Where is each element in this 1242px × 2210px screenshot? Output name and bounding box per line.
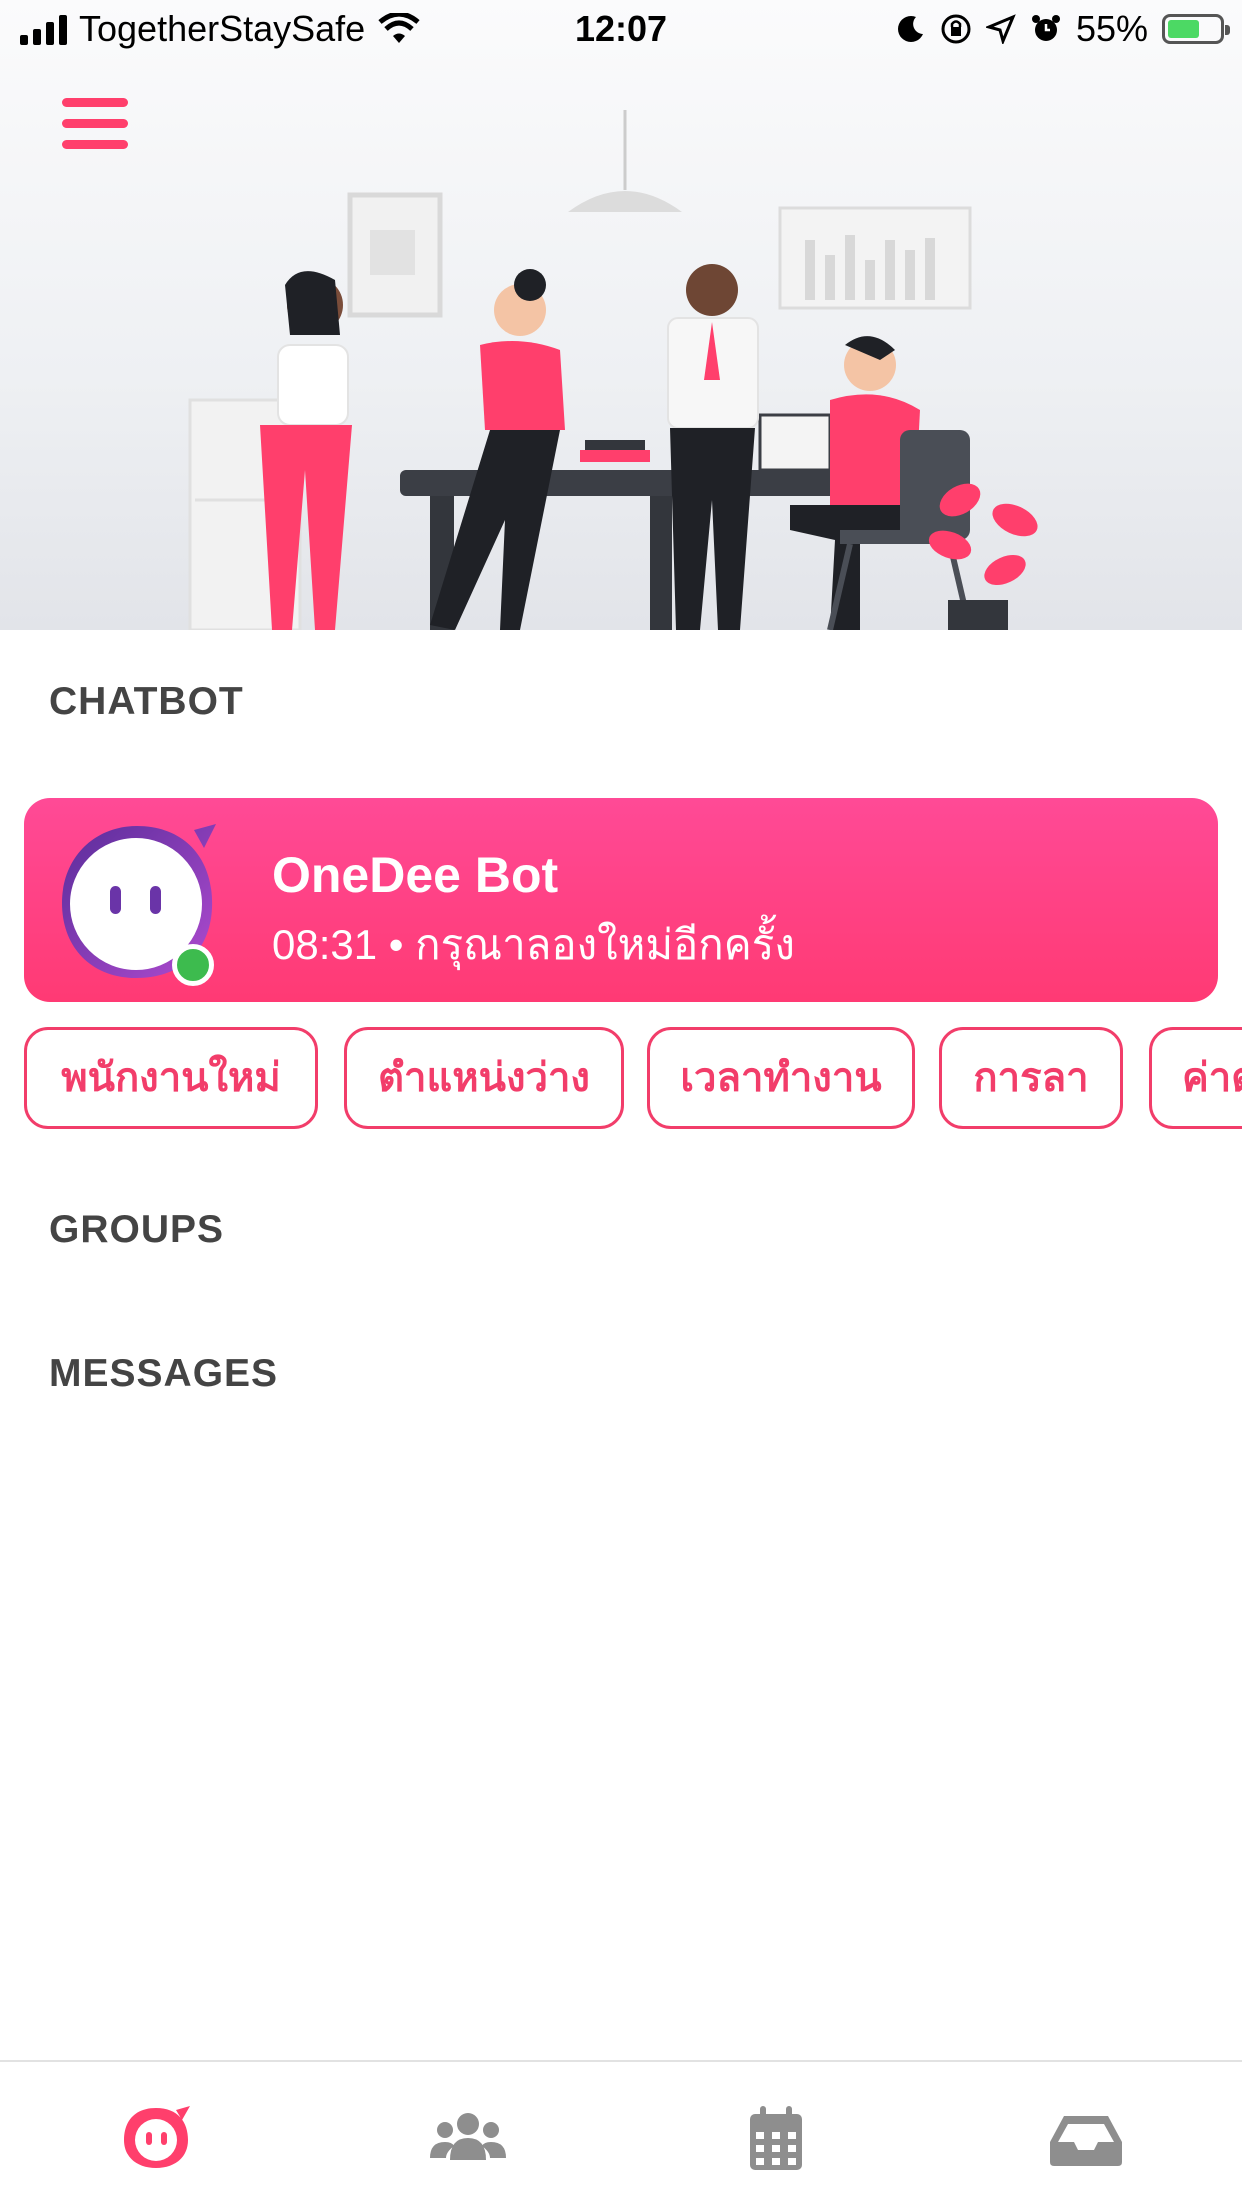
quick-reply-chip[interactable]: ค่าต xyxy=(1149,1027,1242,1129)
chatbot-card[interactable]: OneDee Bot 08:31 • กรุณาลองใหม่อีกครั้ง xyxy=(24,798,1218,1002)
moon-icon xyxy=(897,16,923,42)
bot-face-icon xyxy=(124,2106,190,2168)
quick-reply-chip[interactable]: การลา xyxy=(939,1027,1123,1129)
users-icon xyxy=(430,2113,506,2160)
battery-charging-icon xyxy=(1162,14,1230,44)
location-arrow-icon xyxy=(985,14,1016,44)
status-bar: TogetherStaySafe 12:07 55% xyxy=(0,0,1242,62)
section-title-messages: MESSAGES xyxy=(49,1352,279,1395)
bot-last-message: 08:31 • กรุณาลองใหม่อีกครั้ง xyxy=(272,921,795,968)
section-title-chatbot: CHATBOT xyxy=(49,680,244,723)
online-status-dot xyxy=(172,944,214,986)
bottom-tab-bar xyxy=(0,2060,1242,2210)
quick-reply-chip[interactable]: ตำแหน่งว่าง xyxy=(344,1027,624,1129)
tab-chatbot[interactable] xyxy=(116,2102,196,2172)
quick-reply-chip[interactable]: พนักงานใหม่ xyxy=(24,1027,318,1129)
calendar-icon xyxy=(750,2106,802,2170)
onedee-bot-avatar xyxy=(54,818,220,986)
quick-reply-chip[interactable]: เวลาทำงาน xyxy=(647,1027,915,1129)
tab-inbox[interactable] xyxy=(1046,2102,1126,2172)
inbox-icon xyxy=(1050,2116,1122,2166)
section-title-groups: GROUPS xyxy=(49,1208,225,1251)
tab-calendar[interactable] xyxy=(736,2102,816,2172)
tab-groups[interactable] xyxy=(428,2102,508,2172)
bot-name: OneDee Bot xyxy=(272,847,559,903)
header-illustration xyxy=(0,0,1242,630)
hamburger-menu-icon[interactable] xyxy=(62,98,128,152)
alarm-icon xyxy=(1031,15,1060,41)
office-team-illustration xyxy=(188,110,1038,630)
battery-percent: 55% xyxy=(1075,8,1148,49)
rotation-lock-icon xyxy=(941,14,971,44)
quick-reply-list: พนักงานใหม่ ตำแหน่งว่าง เวลาทำงาน การลา … xyxy=(24,1027,1242,1133)
